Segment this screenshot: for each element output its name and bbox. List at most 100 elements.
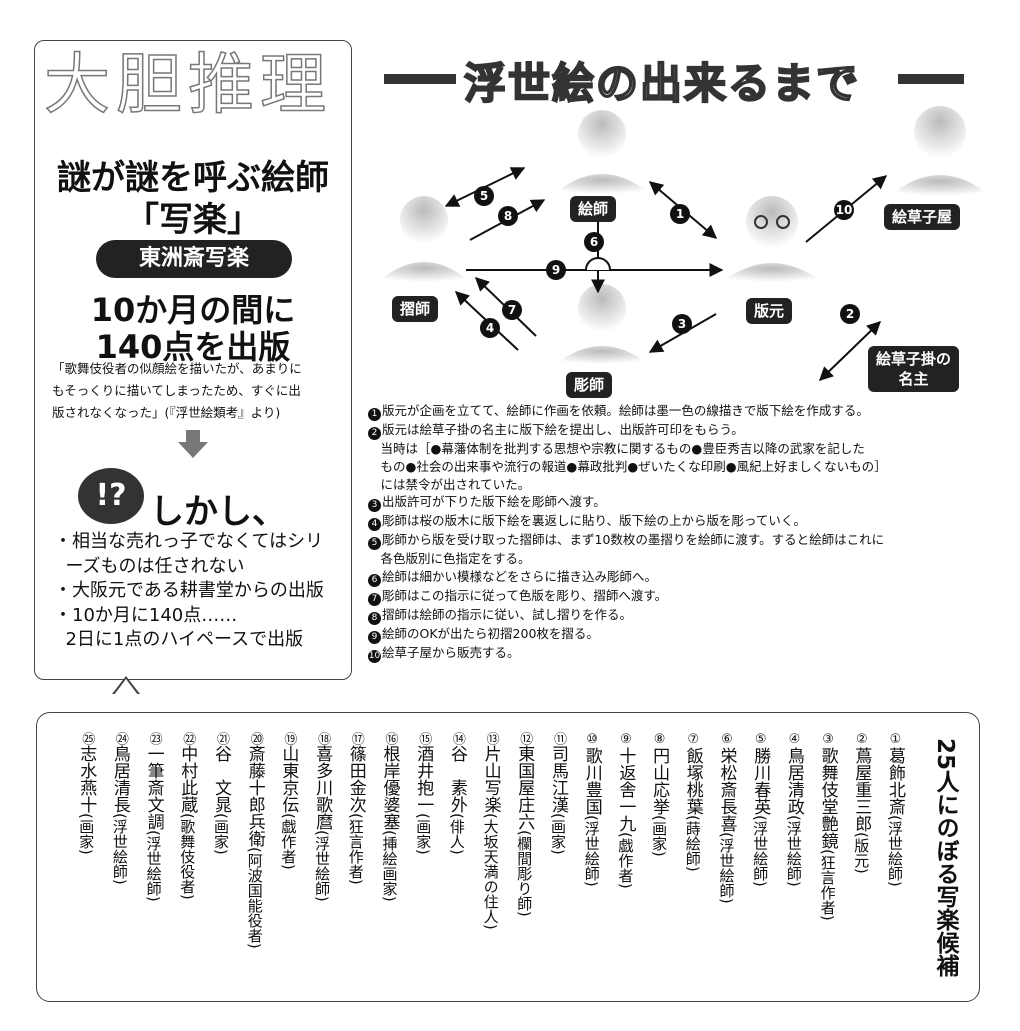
candidate-name: 酒井抱一: [413, 745, 434, 813]
step-number-badge: 9: [368, 631, 381, 645]
surishi-label: 摺師: [392, 296, 439, 322]
step-text: 当時は［●幕藩体制を批判する思想や宗教に関するもの●豊臣秀吉以降の武家を記した: [368, 441, 865, 456]
candidate-n: ⑲: [281, 732, 297, 745]
step-text: 彫師から版を受け取った摺師は、まず10数枚の墨摺りを絵師に渡す。すると絵師はこれ…: [382, 532, 885, 548]
candidate-n: ㉔: [112, 732, 128, 745]
title-rule-right: [898, 74, 964, 84]
candidate-role: (浮世絵師): [110, 813, 129, 885]
down-arrow-icon: [178, 430, 208, 458]
nanushi-label-line: 絵草子掛の: [876, 350, 952, 368]
candidate-role: (画家): [77, 813, 96, 855]
candidate-n: ⑤: [753, 732, 769, 747]
nanushi-label-line: 名主: [898, 370, 929, 388]
hanmoto-label: 版元: [746, 298, 793, 324]
step-text: 彫師はこの指示に従って色版を彫り、摺師へ渡す。: [382, 588, 668, 604]
step-10-badge: 10: [834, 200, 854, 220]
candidate-n: ⑳: [247, 732, 263, 745]
candidate-n: ⑱: [315, 732, 331, 745]
candidate-n: ③: [820, 732, 836, 747]
step-item: 3 出版許可が下りた版下絵を彫師へ渡す。: [368, 493, 1008, 513]
candidate-role: (版元): [852, 832, 871, 874]
candidate-name: 一筆斎文調: [143, 745, 164, 830]
step-text: 彫師は桜の版木に版下絵を裏返しに貼り、版下絵の上から版を彫っていく。: [382, 513, 806, 529]
step-item: もの●社会の出来事や流行の報道●幕政批判●ぜいたくな印刷●風紀上好ましくないもの…: [368, 458, 1008, 476]
candidate-item: ⑮酒井抱一(画家): [413, 732, 434, 855]
candidate-role: (画家): [414, 813, 433, 855]
candidate-name: 歌川豊国: [581, 747, 602, 815]
horishi-figure: [556, 284, 648, 364]
candidate-n: ⑰: [348, 732, 364, 745]
list-item: ーズものは任されない: [54, 555, 245, 577]
quote-line: 版されなくなった」(『浮世絵類考』より): [52, 405, 281, 420]
candidate-name: 篠田金次: [345, 745, 366, 813]
step-item: 6 絵師は細かい模様などをさらに描き込み彫師へ。: [368, 568, 1008, 588]
step-number-badge: 1: [368, 408, 381, 421]
candidate-name: 根岸優婆塞: [379, 745, 400, 830]
candidate-item: ⑤勝川春英(浮世絵師): [750, 732, 771, 887]
exclamation-question-icon: !?: [78, 468, 144, 524]
candidate-n: ㉕: [79, 732, 95, 745]
candidate-name: 谷 文晁: [211, 745, 231, 813]
candidate-role: (浮世絵師): [717, 832, 736, 904]
step-3-badge: 3: [672, 314, 692, 334]
candidate-name: 蔦屋重三郎: [851, 747, 872, 832]
candidate-n: ②: [854, 732, 870, 747]
candidate-role: (浮世絵師): [582, 815, 601, 887]
step-7-badge: 7: [502, 300, 522, 320]
candidate-name: 山東京伝: [278, 745, 299, 813]
candidate-n: ⑨: [618, 732, 634, 747]
step-number-badge: 7: [368, 593, 381, 607]
step-item: 4 彫師は桜の版木に版下絵を裏返しに貼り、版下絵の上から版を彫っていく。: [368, 512, 1008, 532]
step-text: には禁令が出されていた。: [368, 476, 531, 492]
list-item: ・相当な売れっ子でなくてはシリ: [54, 531, 324, 552]
step-number-badge: 3: [368, 499, 381, 513]
step-text: 版元は絵草子掛の名主に版下絵を提出し、出版許可印をもらう。: [382, 422, 744, 437]
candidate-name: 栄松斎長喜: [716, 747, 737, 832]
candidate-role: (阿波国能役者): [245, 847, 264, 949]
step-number-badge: 4: [368, 518, 381, 532]
hanmoto-figure: [722, 196, 822, 282]
candidate-name: 飯塚桃葉: [682, 747, 703, 815]
candidate-n: ⑮: [416, 732, 432, 745]
step-text: 各色版別に色指定をする。: [368, 551, 531, 567]
candidate-name: 司馬江漢: [548, 745, 568, 813]
feature-label: 大胆推理: [43, 46, 332, 123]
step-text: もの●社会の出来事や流行の報道●幕政批判●ぜいたくな印刷●風紀上好ましくないもの…: [368, 458, 887, 474]
step-2-badge: 2: [840, 304, 860, 324]
step-text: 摺師は絵師の指示に従い、試し摺りを作る。: [382, 607, 633, 623]
candidate-name: 斎藤十郎兵衛: [244, 745, 265, 847]
candidate-item: ⑦飯塚桃葉(蒔絵師): [682, 732, 703, 872]
step-number-badge: 8: [368, 612, 381, 626]
candidate-n: ㉒: [180, 732, 196, 745]
candidate-item: ㉔鳥居清長(浮世絵師): [110, 732, 130, 885]
step-item: 5 彫師から版を受け取った摺師は、まず10数枚の墨摺りを絵師に渡す。すると絵師はこ…: [368, 531, 1008, 551]
speech-bubble-tail-fill: [114, 679, 138, 695]
step-number-badge: 6: [368, 574, 381, 588]
step-9-badge: 9: [546, 260, 566, 280]
candidates-heading: 25人にのぼる写楽候補: [932, 738, 958, 978]
candidate-role: (画家): [650, 815, 669, 857]
step-8-badge: 8: [498, 206, 518, 226]
step-item: 8 摺師は絵師の指示に従い、試し摺りを作る。: [368, 606, 1008, 626]
step-item: 9 絵師のOKが出たら初摺200枚を摺る。: [368, 625, 1008, 645]
candidate-item: ⑩歌川豊国(浮世絵師): [581, 732, 602, 887]
artist-name-pill: 東洲斎写楽: [96, 240, 292, 278]
candidate-role: (浮世絵師): [751, 815, 770, 887]
candidate-role: (大坂天満の住人): [481, 813, 500, 930]
candidate-name: 勝川春英: [750, 747, 771, 815]
candidate-name: 葛飾北斎: [885, 747, 905, 815]
candidate-n: ⑯: [382, 732, 398, 745]
candidate-item: ④鳥居清政(浮世絵師): [783, 732, 804, 887]
step-5-badge: 5: [474, 186, 494, 206]
eshi-label: 絵師: [570, 196, 617, 222]
candidate-name: 十返舎一九: [615, 747, 636, 832]
candidate-name: 鳥居清政: [783, 747, 804, 815]
step-text: 絵師は細かい模様などをさらに描き込み彫師へ。: [382, 569, 658, 585]
candidate-item: ⑫東国屋庄六(欄間彫り師): [514, 732, 534, 917]
quote-line: 「歌舞伎役者の似顔絵を描いたが、あまりに: [52, 361, 302, 376]
ezoshiya-label: 絵草子屋: [884, 204, 961, 230]
step-6-badge: 6: [584, 232, 604, 252]
step-item: 7 彫師はこの指示に従って色版を彫り、摺師へ渡す。: [368, 587, 1008, 607]
candidate-n: ⑦: [685, 732, 701, 747]
step-item: 当時は［●幕藩体制を批判する思想や宗教に関するもの●豊臣秀吉以降の武家を記した: [368, 440, 1008, 458]
